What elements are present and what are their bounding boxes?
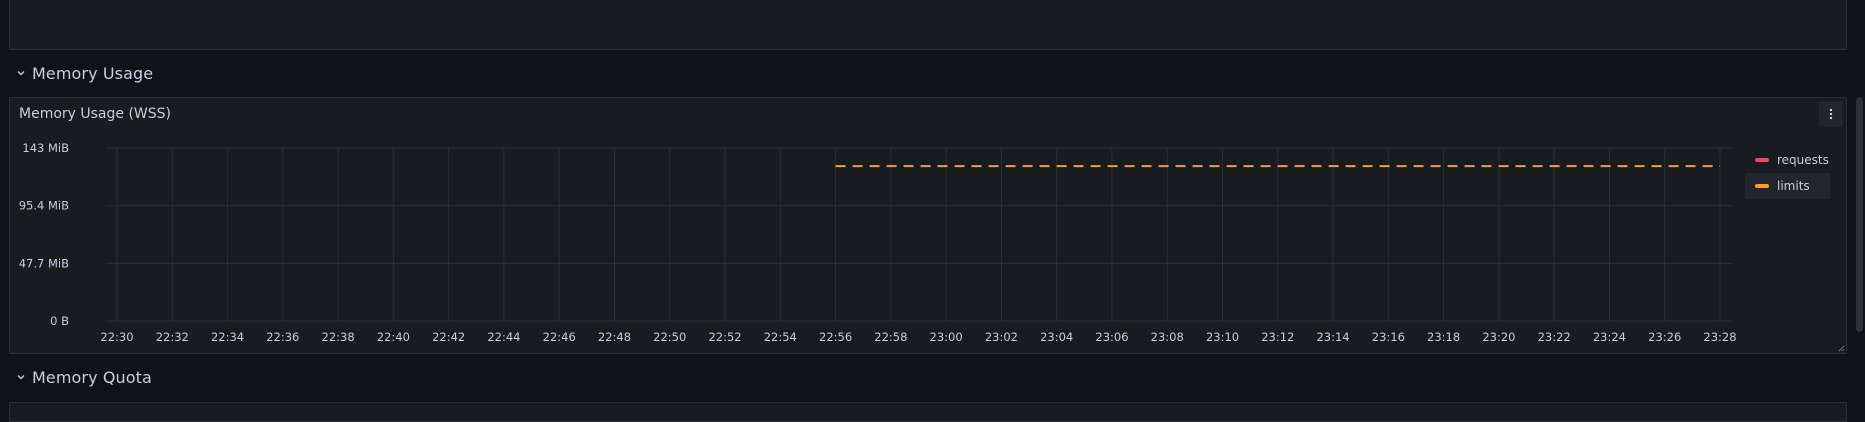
- chevron-down-icon: [16, 372, 26, 382]
- row-title: Memory Quota: [32, 367, 152, 387]
- resize-handle-icon[interactable]: [1837, 344, 1845, 352]
- chart-legend: requests limits: [1745, 147, 1830, 199]
- panel-title: Memory Usage (WSS): [19, 106, 171, 122]
- chevron-down-icon: [16, 68, 26, 78]
- row-header-memory-quota[interactable]: Memory Quota: [16, 366, 152, 388]
- row-header-memory-usage[interactable]: Memory Usage: [16, 62, 153, 84]
- kebab-menu-icon: [1829, 105, 1833, 124]
- panel-menu-button[interactable]: [1819, 101, 1843, 127]
- scrollbar[interactable]: [1856, 97, 1863, 332]
- row-title: Memory Usage: [32, 63, 154, 83]
- memory-usage-panel: Memory Usage (WSS): [9, 97, 1847, 354]
- legend-swatch-requests: [1755, 158, 1769, 162]
- previous-panel: [9, 0, 1847, 50]
- legend-label-requests: requests: [1777, 153, 1829, 167]
- legend-item-limits[interactable]: limits: [1745, 173, 1830, 199]
- legend-item-requests[interactable]: requests: [1745, 147, 1830, 173]
- legend-swatch-limits: [1755, 184, 1769, 188]
- next-panel: [9, 402, 1847, 422]
- legend-label-limits: limits: [1777, 179, 1810, 193]
